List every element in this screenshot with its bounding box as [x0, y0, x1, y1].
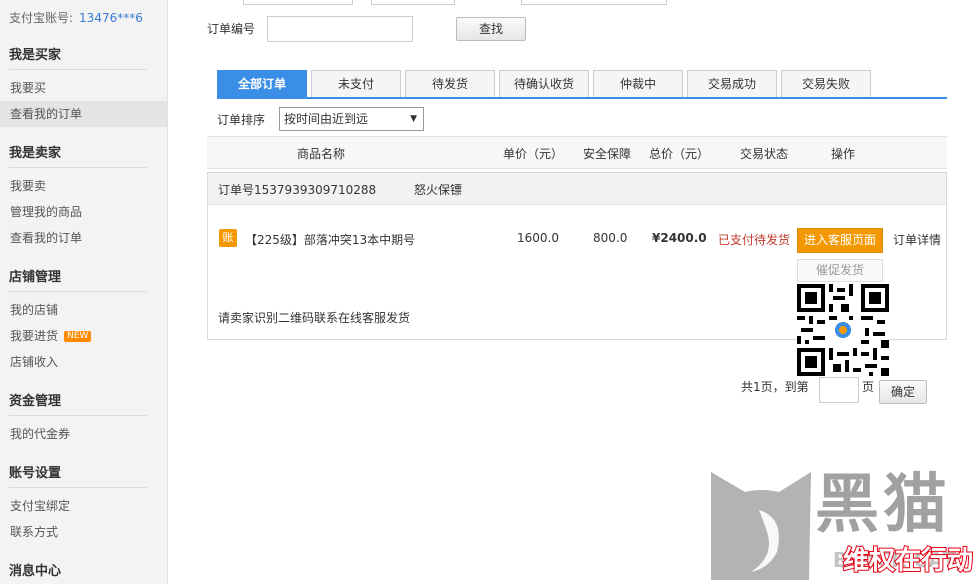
top-filter-field[interactable] [371, 0, 455, 5]
item-name[interactable]: 【225级】部落冲突13本中期号 [245, 231, 415, 248]
guarantee-amount: 800.0 [593, 231, 628, 245]
divider [9, 69, 147, 70]
search-button[interactable]: 查找 [456, 17, 526, 41]
watermark-subtext: 维权在行动 [842, 545, 974, 577]
order-no-value: 1537939309710288 [254, 183, 377, 197]
sidebar-item-restock[interactable]: 我要进货 NEW [0, 323, 167, 349]
col-price: 单价（元） [503, 147, 564, 161]
pager-suffix: 页 [862, 380, 875, 394]
tab-success[interactable]: 交易成功 [687, 70, 777, 97]
sidebar-item-contact[interactable]: 联系方式 [0, 519, 167, 545]
sidebar: 支付宝账号: 13476***6 我是买家 我要买 查看我的订单 我是卖家 我要卖… [0, 0, 168, 584]
order-tabs: 全部订单 未支付 待发货 待确认收货 仲裁中 交易成功 交易失败 [217, 70, 947, 100]
section-title-buyer: 我是买家 [9, 48, 62, 63]
table-header: 商品名称 单价（元） 安全保障 总价（元） 交易状态 操作 [207, 136, 947, 169]
tab-unpaid[interactable]: 未支付 [311, 70, 401, 97]
account-badge: 账 [219, 229, 237, 247]
divider [9, 415, 147, 416]
alipay-account-value[interactable]: 13476***6 [79, 11, 143, 25]
pager-text: 共1页，到第 [741, 380, 809, 394]
alipay-account-label: 支付宝账号: [9, 11, 74, 25]
section-title-seller: 我是卖家 [9, 146, 62, 161]
section-title-shop: 店铺管理 [9, 270, 62, 285]
order-card: 订单号1537939309710288 怒火保镖 账 【225级】部落冲突13本… [207, 172, 947, 377]
divider [9, 487, 147, 488]
section-title-account: 账号设置 [9, 466, 62, 481]
watermark-text: 黑猫 [815, 468, 951, 542]
col-name: 商品名称 [297, 147, 346, 161]
section-title-messages: 消息中心 [9, 564, 62, 579]
customer-service-button[interactable]: 进入客服页面 [797, 228, 883, 253]
sidebar-item-alipay-bind[interactable]: 支付宝绑定 [0, 493, 167, 519]
col-status: 交易状态 [740, 147, 789, 161]
col-total: 总价（元） [649, 147, 710, 161]
sidebar-item-manage-products[interactable]: 管理我的商品 [0, 199, 167, 225]
order-header: 订单号1537939309710288 怒火保镖 [208, 173, 946, 205]
tab-all-orders[interactable]: 全部订单 [217, 70, 307, 99]
sidebar-item-sell[interactable]: 我要卖 [0, 173, 167, 199]
tab-failed[interactable]: 交易失败 [781, 70, 871, 97]
order-no-input[interactable] [267, 16, 413, 42]
tab-arbitration[interactable]: 仲裁中 [593, 70, 683, 97]
alipay-account: 支付宝账号: 13476***6 [9, 9, 143, 26]
tab-to-confirm[interactable]: 待确认收货 [499, 70, 589, 97]
order-detail-link[interactable]: 订单详情 [893, 231, 941, 248]
sidebar-item-buy[interactable]: 我要买 [0, 75, 167, 101]
dropdown-arrow-icon: ▼ [410, 114, 417, 124]
order-no: 订单号1537939309710288 [218, 181, 376, 198]
top-filter-field[interactable] [243, 0, 353, 5]
sidebar-item-buyer-orders[interactable]: 查看我的订单 [0, 101, 167, 127]
qr-code [797, 283, 889, 377]
sort-select[interactable]: 按时间由近到远 ▼ [279, 107, 424, 131]
order-status: 已支付待发货 [718, 233, 791, 247]
page-number-input[interactable] [819, 377, 859, 403]
unit-price: 1600.0 [517, 231, 559, 245]
page-confirm-button[interactable]: 确定 [879, 380, 927, 404]
order-no-label: 订单号 [218, 183, 255, 197]
sort-selected: 按时间由近到远 [284, 112, 369, 126]
section-title-funds: 资金管理 [9, 394, 62, 409]
urge-shipping-button[interactable]: 催促发货 [797, 259, 883, 282]
new-badge: NEW [64, 331, 92, 342]
tabs-underline [217, 97, 947, 99]
divider [9, 291, 147, 292]
order-no-label: 订单编号 [207, 22, 256, 36]
sidebar-item-my-shop[interactable]: 我的店铺 [0, 297, 167, 323]
tab-to-ship[interactable]: 待发货 [405, 70, 495, 97]
seller-name: 怒火保镖 [414, 183, 463, 197]
top-filter-field[interactable] [521, 0, 667, 5]
col-action: 操作 [831, 147, 856, 161]
sidebar-item-vouchers[interactable]: 我的代金券 [0, 421, 167, 447]
sidebar-item-shop-income[interactable]: 店铺收入 [0, 349, 167, 375]
sort-label: 订单排序 [217, 113, 266, 127]
sidebar-item-seller-orders[interactable]: 查看我的订单 [0, 225, 167, 251]
divider [9, 167, 147, 168]
col-guarantee: 安全保障 [583, 147, 632, 161]
order-note: 请卖家识别二维码联系在线客服发货 [218, 311, 411, 325]
total-price: ¥2400.0 [652, 231, 707, 245]
sidebar-item-label: 我要进货 [10, 329, 59, 343]
blackcat-watermark: 黑猫 BLACK CAT 维权在行动 [705, 468, 978, 584]
